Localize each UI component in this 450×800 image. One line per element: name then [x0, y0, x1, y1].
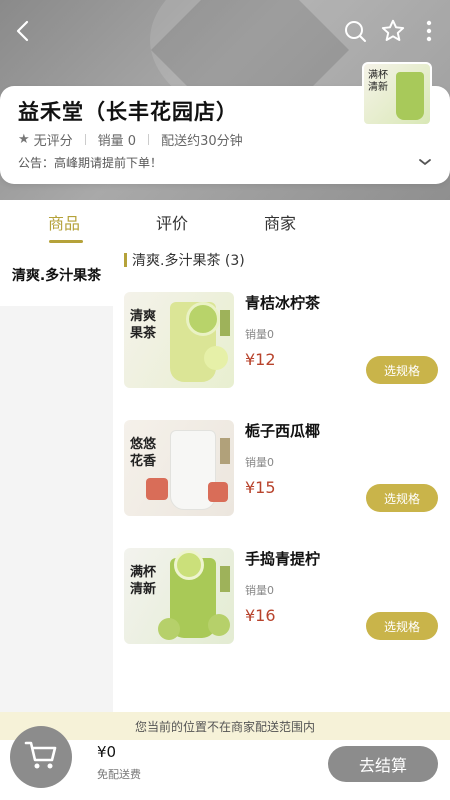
cart-icon — [24, 740, 58, 774]
product-fruit — [208, 482, 228, 502]
cart-button[interactable] — [10, 726, 72, 788]
tab-products[interactable]: 商品 — [48, 210, 80, 234]
free-delivery-label: 免配送费 — [97, 768, 141, 781]
store-logo: 满杯清新 — [362, 62, 432, 126]
store-name: 益禾堂（长丰花园店） — [18, 100, 238, 124]
rating-star-icon: ★ — [18, 132, 30, 147]
product-fruit — [146, 478, 168, 500]
product-fruit — [174, 550, 204, 580]
store-rating: 无评分 — [33, 134, 73, 149]
product-price: ¥12 — [245, 350, 276, 369]
product-item[interactable]: 清爽果茶 青桔冰柠茶 销量0 ¥12 选规格 — [124, 292, 444, 392]
category-title: 清爽.多汁果茶 (3) — [124, 250, 245, 270]
product-price: ¥16 — [245, 606, 276, 625]
product-item[interactable]: 悠悠花香 栀子西瓜椰 销量0 ¥15 选规格 — [124, 420, 444, 520]
store-logo-text: 满杯清新 — [368, 70, 388, 93]
product-name: 青桔冰柠茶 — [245, 294, 321, 312]
category-sidebar: 清爽.多汁果茶 — [0, 246, 113, 712]
chevron-down-icon[interactable] — [418, 154, 432, 168]
delivery-time: 配送约30分钟 — [161, 134, 243, 149]
active-tab-indicator — [49, 240, 83, 243]
delivery-range-notice: 您当前的位置不在商家配送范围内 — [0, 712, 450, 740]
product-sales: 销量0 — [245, 456, 274, 469]
product-image[interactable]: 悠悠花香 — [124, 420, 234, 516]
tab-reviews[interactable]: 评价 — [156, 210, 188, 234]
product-sales: 销量0 — [245, 328, 274, 341]
product-image-label: 清爽果茶 — [130, 309, 157, 341]
back-arrow-icon[interactable] — [6, 14, 40, 48]
more-vertical-icon[interactable] — [412, 14, 446, 48]
cart-total: ¥0 — [97, 743, 117, 761]
product-fruit — [208, 614, 230, 636]
product-fruit — [204, 346, 228, 370]
store-logo-cup — [396, 72, 424, 120]
store-notice: 公告：高峰期请提前下单！ — [18, 156, 163, 170]
tab-merchant[interactable]: 商家 — [264, 210, 296, 234]
product-name: 手捣青提柠 — [245, 550, 321, 568]
product-item[interactable]: 满杯清新 手捣青提柠 销量0 ¥16 选规格 — [124, 548, 444, 648]
product-image-label: 悠悠花香 — [130, 437, 157, 469]
select-spec-button[interactable]: 选规格 — [366, 356, 438, 384]
product-image-tag — [220, 438, 230, 464]
product-image[interactable]: 满杯清新 — [124, 548, 234, 644]
star-outline-icon[interactable] — [376, 14, 410, 48]
product-price: ¥15 — [245, 478, 276, 497]
select-spec-button[interactable]: 选规格 — [366, 612, 438, 640]
product-image-label: 满杯清新 — [130, 565, 157, 597]
top-bar — [0, 14, 450, 50]
divider — [84, 134, 86, 145]
product-fruit — [158, 618, 180, 640]
category-title-text: 清爽.多汁果茶 (3) — [132, 253, 245, 269]
sidebar-item-fruit-tea[interactable]: 清爽.多汁果茶 — [0, 246, 113, 306]
search-icon[interactable] — [338, 14, 372, 48]
checkout-button[interactable]: 去结算 — [328, 746, 438, 782]
product-name: 栀子西瓜椰 — [245, 422, 321, 440]
product-sales: 销量0 — [245, 584, 274, 597]
store-sales: 销量 0 — [97, 134, 137, 149]
store-meta: ★ 无评分 销量 0 配送约30分钟 — [18, 130, 243, 149]
product-image[interactable]: 清爽果茶 — [124, 292, 234, 388]
cart-bar: ¥0 免配送费 去结算 — [0, 726, 450, 800]
divider — [148, 134, 150, 145]
select-spec-button[interactable]: 选规格 — [366, 484, 438, 512]
product-image-tag — [220, 566, 230, 592]
product-image-tag — [220, 310, 230, 336]
category-marker — [124, 253, 127, 267]
product-fruit — [186, 302, 220, 336]
